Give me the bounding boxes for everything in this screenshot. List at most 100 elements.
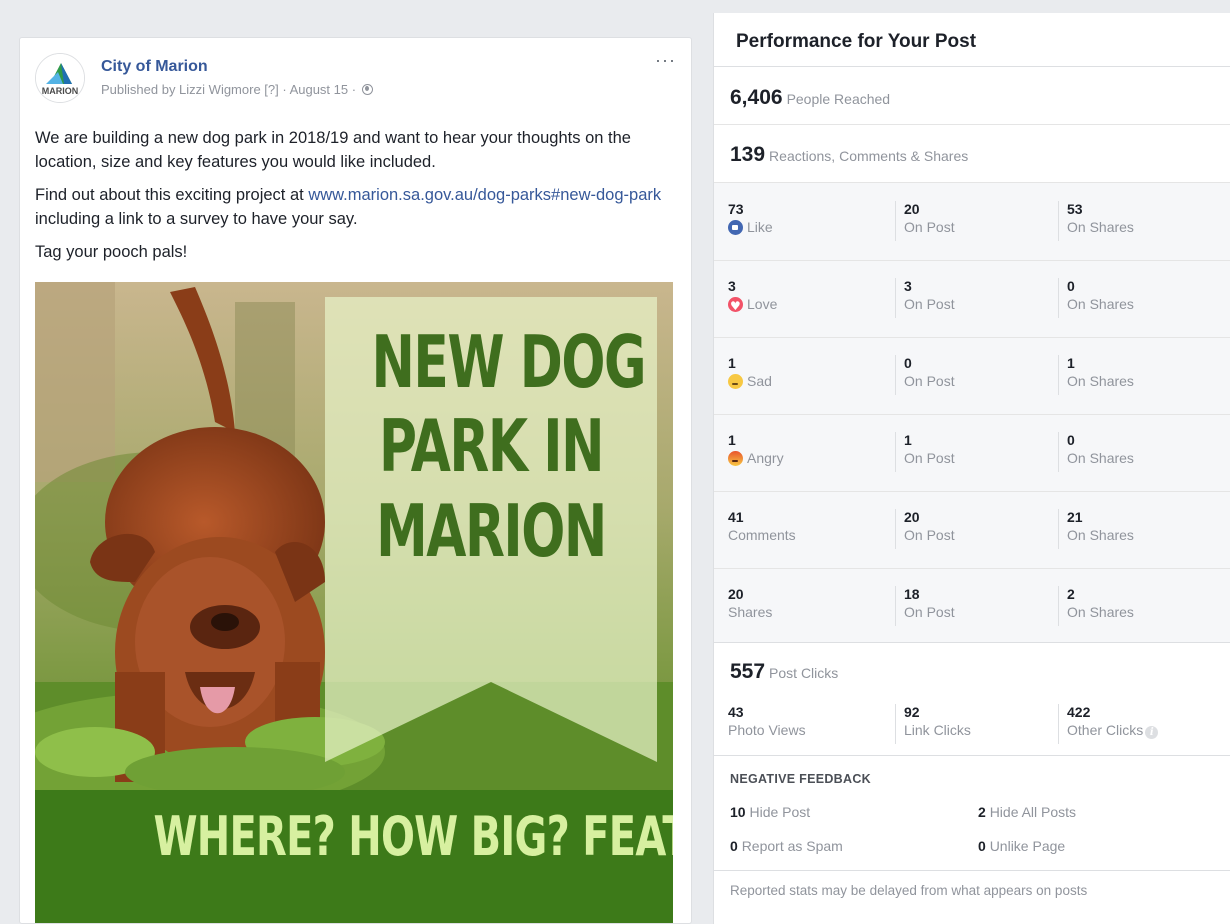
stat-label: Sad [747, 373, 772, 389]
engagement-value: 139 [730, 143, 766, 166]
stat-label: Love [747, 296, 778, 312]
like-icon [728, 220, 743, 235]
on-post-value: 20 [904, 201, 920, 217]
on-shares-cell: 21 On Shares [1058, 509, 1134, 549]
banner-heading: NEW DOG PARK IN MARION [325, 320, 657, 579]
stat-total-cell: 20 Shares [728, 586, 772, 622]
stat-label-row: Comments [728, 525, 796, 545]
angry-icon [728, 451, 743, 466]
stat-label-row: Sad [728, 371, 772, 391]
sad-icon [728, 374, 743, 389]
dog-park-link[interactable]: www.marion.sa.gov.au/dog-parks#new-dog-p… [308, 186, 661, 204]
engagement-breakdown: 73Like20On Post53On Shares3Love3On Post0… [714, 183, 1230, 643]
post-paragraph: Find out about this exciting project at … [35, 183, 680, 231]
photo-views-value: 43 [728, 704, 744, 720]
engagement-label: Reactions, Comments & Shares [769, 148, 969, 164]
page-name-link[interactable]: City of Marion [101, 58, 208, 76]
panel-title: Performance for Your Post [714, 13, 1230, 67]
on-shares-cell: 0 On Shares [1058, 278, 1134, 318]
on-shares-value: 21 [1067, 509, 1083, 525]
on-post-cell: 0 On Post [895, 355, 955, 395]
on-shares-label: On Shares [1067, 373, 1134, 389]
paragraph-prefix: Find out about this exciting project at [35, 186, 309, 204]
post-paragraph: We are building a new dog park in 2018/1… [35, 129, 631, 171]
love-icon [728, 296, 743, 316]
stat-row: 73 Like 20 On Post 53 On Shares [714, 183, 1230, 261]
reach-label: People Reached [786, 91, 891, 107]
stat-label: Shares [728, 604, 773, 620]
on-post-value: 20 [904, 509, 920, 525]
stat-total-value: 41 [728, 509, 744, 525]
on-post-label: On Post [904, 373, 955, 389]
stat-total-value: 3 [728, 278, 736, 294]
photo-views-cell: 43 Photo Views [728, 704, 806, 740]
spam-value: 0 [730, 838, 738, 854]
on-shares-label: On Shares [1067, 450, 1134, 466]
other-clicks-cell: 422 Other Clicks i [1058, 704, 1159, 744]
photo-views-label: Photo Views [728, 722, 806, 738]
post-clicks-value: 557 [730, 660, 766, 683]
hide-all-label: Hide All Posts [989, 804, 1077, 820]
paragraph-suffix: including a link to a survey to have you… [35, 210, 358, 228]
on-post-cell: 20 On Post [895, 509, 955, 549]
bottom-caption-text: WHERE? HOW BIG? FEATURES? [153, 805, 673, 868]
negative-feedback-title: NEGATIVE FEEDBACK [730, 772, 871, 786]
hide-post-label: Hide Post [749, 804, 811, 820]
banner-line: NEW DOG [371, 320, 646, 404]
stat-label-row: Angry [728, 448, 784, 468]
stat-label: Like [747, 219, 773, 235]
on-shares-label: On Shares [1067, 219, 1134, 235]
on-post-cell: 1 On Post [895, 432, 955, 472]
engagement-summary: 139 Reactions, Comments & Shares [714, 126, 1230, 183]
stat-label-row: Like [728, 217, 773, 237]
post-body: We are building a new dog park in 2018/1… [35, 126, 680, 273]
stats-delay-note: Reported stats may be delayed from what … [730, 883, 1088, 898]
performance-panel: Performance for Your Post 6,406 People Re… [713, 13, 1230, 924]
stat-label: Comments [728, 527, 796, 543]
stat-row: 1 Angry 1 On Post 0 On Shares [714, 414, 1230, 492]
stat-row: 20 Shares 18 On Post 2 On Shares [714, 568, 1230, 645]
stat-row: 3 Love 3 On Post 0 On Shares [714, 260, 1230, 338]
reach-value: 6,406 [730, 86, 783, 109]
on-post-label: On Post [904, 450, 955, 466]
on-shares-value: 2 [1067, 586, 1075, 602]
globe-icon[interactable] [361, 84, 373, 95]
on-post-label: On Post [904, 604, 955, 620]
stat-total-cell: 41 Comments [728, 509, 796, 545]
on-shares-cell: 1 On Shares [1058, 355, 1134, 395]
link-clicks-cell: 92 Link Clicks [895, 704, 971, 744]
link-clicks-value: 92 [904, 704, 920, 720]
logo-text: MARION [42, 86, 79, 96]
on-post-value: 3 [904, 278, 912, 294]
info-icon[interactable]: i [1145, 726, 1159, 739]
stat-total-value: 20 [728, 586, 744, 602]
post-clicks-summary: 557 Post Clicks [730, 660, 838, 684]
spam-label: Report as Spam [741, 838, 843, 854]
other-clicks-value: 422 [1067, 704, 1091, 720]
on-post-cell: 20 On Post [895, 201, 955, 241]
report-spam-stat: 0 Report as Spam [730, 838, 843, 854]
banner-line: MARION [376, 488, 607, 573]
post-paragraph: Tag your pooch pals! [35, 243, 188, 261]
on-post-value: 1 [904, 432, 912, 448]
hide-post-value: 10 [730, 804, 746, 820]
other-clicks-label: Other Clicks [1067, 722, 1144, 738]
stat-label: Angry [747, 450, 784, 466]
more-options-button[interactable]: ··· [655, 51, 676, 69]
post-byline: Published by Lizzi Wigmore [?] · August … [101, 82, 373, 97]
unlike-page-stat: 0 Unlike Page [978, 838, 1065, 854]
on-post-label: On Post [904, 219, 955, 235]
page-avatar[interactable]: MARION [35, 53, 85, 103]
on-shares-value: 53 [1067, 201, 1083, 217]
image-bottom-caption: WHERE? HOW BIG? FEATURES? [35, 805, 673, 868]
on-post-value: 18 [904, 586, 920, 602]
on-post-cell: 18 On Post [895, 586, 955, 626]
byline-text: Published by Lizzi Wigmore [?] · August … [101, 82, 360, 97]
link-clicks-label: Link Clicks [904, 722, 971, 738]
on-shares-value: 0 [1067, 278, 1075, 294]
unlike-label: Unlike Page [989, 838, 1066, 854]
post-image[interactable]: NEW DOG PARK IN MARION WHERE? HOW BIG? F… [35, 282, 673, 923]
on-shares-value: 0 [1067, 432, 1075, 448]
on-shares-cell: 0 On Shares [1058, 432, 1134, 472]
on-post-label: On Post [904, 296, 955, 312]
